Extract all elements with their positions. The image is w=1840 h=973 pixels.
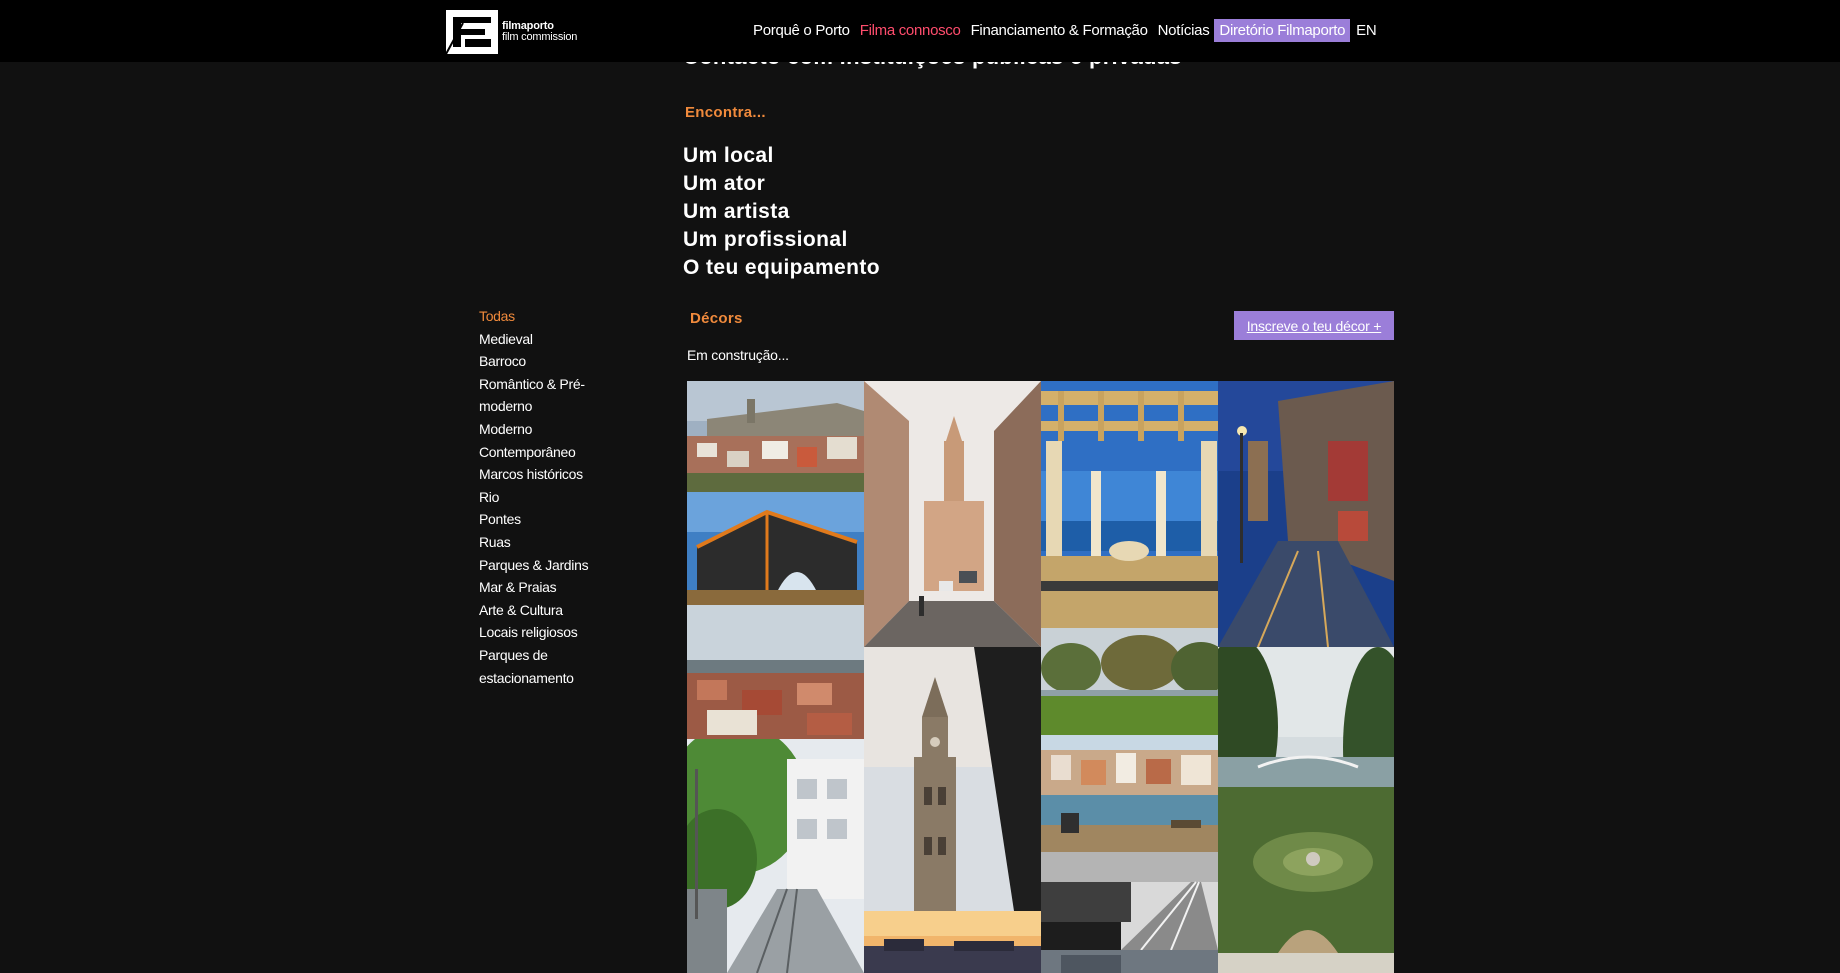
main-nav: Porquê o Porto Filma connosco Financiame… (748, 19, 1381, 42)
filter-medieval[interactable]: Medieval (479, 328, 619, 351)
encontra-label: Encontra... (685, 104, 766, 121)
filter-pontes[interactable]: Pontes (479, 508, 619, 531)
filter-romantico-line2[interactable]: moderno (479, 395, 619, 418)
filmaporto-logo-icon (445, 10, 498, 55)
decors-heading: Décors (690, 310, 743, 327)
filter-locais-religiosos[interactable]: Locais religiosos (479, 621, 619, 644)
nav-noticias[interactable]: Notícias (1153, 19, 1215, 42)
find-equipamento-link[interactable]: O teu equipamento (683, 254, 880, 282)
nav-diretorio-filmaporto[interactable]: Diretório Filmaporto (1214, 19, 1351, 42)
photo-bridge-mist[interactable] (1041, 852, 1218, 950)
filter-rio[interactable]: Rio (479, 486, 619, 509)
category-filter-list: Todas Medieval Barroco Romântico & Pré- … (479, 305, 619, 689)
logo-wordmark: filmaporto film commission (502, 21, 577, 43)
filter-todas[interactable]: Todas (479, 305, 619, 328)
find-ator-link[interactable]: Um ator (683, 170, 880, 198)
nav-porque-o-porto[interactable]: Porquê o Porto (748, 19, 855, 42)
nav-filma-connosco[interactable]: Filma connosco (855, 19, 966, 42)
filter-parques-estacionamento-line1[interactable]: Parques de (479, 644, 619, 667)
photo-clerigos-tower[interactable] (864, 647, 1041, 911)
filter-marcos-historicos[interactable]: Marcos históricos (479, 463, 619, 486)
photo-city-rooftops[interactable] (687, 605, 864, 739)
filter-ruas[interactable]: Ruas (479, 531, 619, 554)
nav-financiamento-formacao[interactable]: Financiamento & Formação (966, 19, 1153, 42)
photo-river-bottom[interactable] (1041, 950, 1218, 973)
photo-pergola-sea[interactable] (1041, 381, 1218, 628)
language-switch[interactable]: EN (1350, 19, 1381, 42)
inscreve-decor-button[interactable]: Inscreve o teu décor + (1234, 311, 1394, 340)
photo-ribeira-view[interactable] (1041, 735, 1218, 852)
filter-parques-estacionamento-line2[interactable]: estacionamento (479, 667, 619, 690)
photo-tree-street[interactable] (687, 739, 864, 973)
decor-gallery (687, 381, 1394, 973)
find-profissional-link[interactable]: Um profissional (683, 226, 880, 254)
find-options-list: Um local Um ator Um artista Um profissio… (683, 142, 880, 282)
find-artista-link[interactable]: Um artista (683, 198, 880, 226)
filter-arte-cultura[interactable]: Arte & Cultura (479, 599, 619, 622)
filter-moderno[interactable]: Moderno (479, 418, 619, 441)
filmaporto-logo[interactable]: filmaporto film commission (445, 9, 577, 55)
brand-tagline: film commission (502, 31, 578, 43)
photo-wet-street[interactable] (1218, 381, 1394, 647)
filter-barroco[interactable]: Barroco (479, 350, 619, 373)
filter-romantico-line1[interactable]: Romântico & Pré- (479, 373, 619, 396)
construction-notice: Em construção... (687, 347, 789, 363)
photo-park-lawn[interactable] (1041, 628, 1218, 735)
filter-contemporaneo[interactable]: Contemporâneo (479, 441, 619, 464)
top-navigation-bar: filmaporto film commission Porquê o Port… (0, 0, 1840, 62)
photo-light-bottom[interactable] (1218, 953, 1394, 973)
photo-sunset-river[interactable] (864, 911, 1041, 973)
photo-garden-bridge[interactable] (1218, 647, 1394, 953)
photo-medieval-walls[interactable] (687, 381, 864, 492)
filter-parques-jardins[interactable]: Parques & Jardins (479, 554, 619, 577)
filter-mar-praias[interactable]: Mar & Praias (479, 576, 619, 599)
photo-clerigos-street[interactable] (864, 381, 1041, 647)
find-local-link[interactable]: Um local (683, 142, 880, 170)
photo-modern-building[interactable] (687, 492, 864, 605)
